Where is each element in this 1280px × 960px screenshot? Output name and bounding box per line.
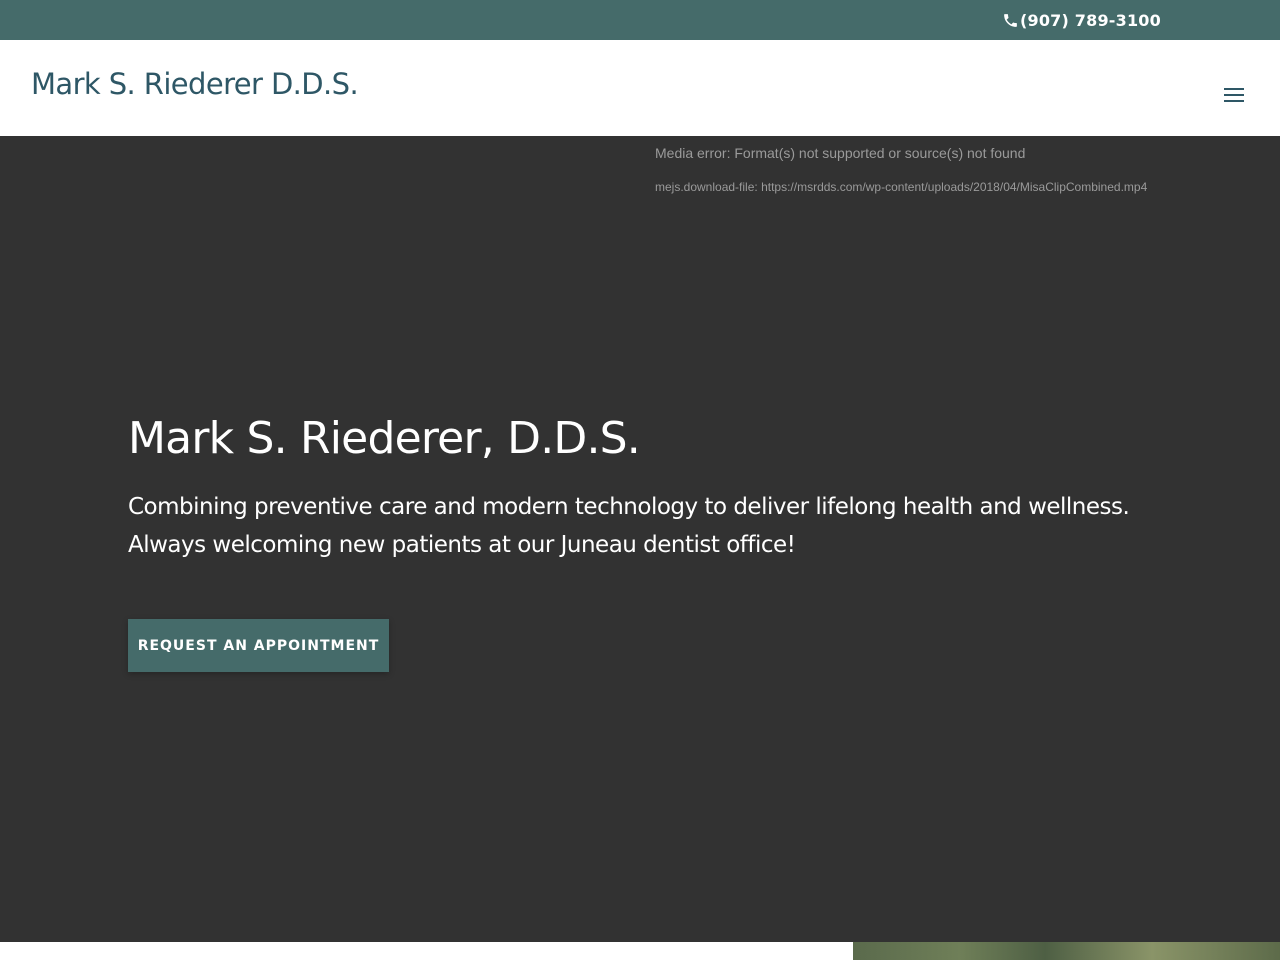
media-error-message: Media error: Format(s) not supported or … xyxy=(655,145,1026,161)
site-logo[interactable]: Mark S. Riederer D.D.S. xyxy=(31,67,359,101)
hero-subtitle-line-1: Combining preventive care and modern tec… xyxy=(128,494,1130,520)
request-appointment-button[interactable]: Request an Appointment xyxy=(128,619,389,672)
hamburger-menu-icon[interactable] xyxy=(1222,86,1246,104)
top-bar: (907) 789-3100 xyxy=(0,0,1280,40)
phone-link[interactable]: (907) 789-3100 xyxy=(1002,9,1161,31)
media-download-label: mejs.download-file: xyxy=(655,180,762,194)
hero-subtitle-line-2: Always welcoming new patients at our Jun… xyxy=(128,532,796,558)
phone-icon xyxy=(1002,12,1019,29)
hero-title: Mark S. Riederer, D.D.S. xyxy=(128,413,641,464)
media-download-link[interactable]: https://msrdds.com/wp-content/uploads/20… xyxy=(761,180,1147,194)
hero-section: Media error: Format(s) not supported or … xyxy=(0,136,1280,942)
section-photo xyxy=(853,942,1280,960)
hero-subtitle: Combining preventive care and modern tec… xyxy=(128,488,1130,564)
next-section xyxy=(0,942,1280,960)
media-download-file: mejs.download-file: https://msrdds.com/w… xyxy=(655,180,1147,194)
site-header: Mark S. Riederer D.D.S. xyxy=(0,40,1280,136)
phone-number: (907) 789-3100 xyxy=(1020,10,1161,30)
